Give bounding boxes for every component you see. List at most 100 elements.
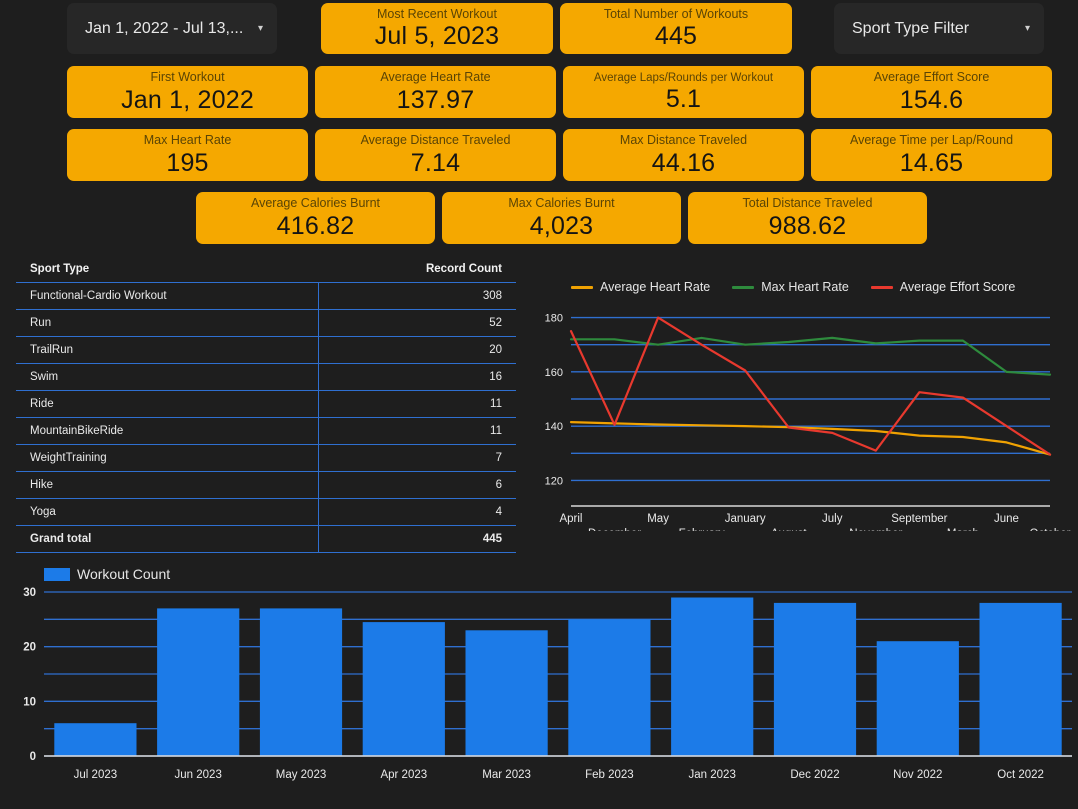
table-row[interactable]: Yoga 4 (16, 498, 516, 526)
bar-chart-legend: Workout Count (44, 566, 170, 582)
table-row[interactable]: Run 52 (16, 309, 516, 337)
svg-text:30: 30 (23, 587, 36, 599)
bar-apr-2023[interactable] (362, 622, 445, 756)
svg-text:Dec 2022: Dec 2022 (790, 769, 839, 781)
svg-text:10: 10 (23, 696, 36, 708)
svg-text:October: October (1030, 528, 1071, 531)
svg-text:160: 160 (545, 367, 563, 379)
table-row[interactable]: Hike 6 (16, 471, 516, 499)
sport-type-table: Sport Type Record Count Functional-Cardi… (16, 263, 516, 553)
bar-jul-2023[interactable] (54, 723, 137, 756)
legend-item-workout-count[interactable]: Workout Count (44, 566, 170, 582)
kpi-label: Max Heart Rate (143, 133, 232, 148)
svg-text:0: 0 (30, 751, 36, 763)
table-row[interactable]: WeightTraining 7 (16, 444, 516, 472)
workout-count-bar-chart: Workout Count 0 10 20 30 Jul 2023 Jun 2023 May… (10, 562, 1078, 809)
legend-item-average-effort-score[interactable]: Average Effort Score (870, 280, 1015, 294)
svg-text:Nov 2022: Nov 2022 (893, 769, 942, 781)
cell-sport-type: Hike (16, 471, 319, 499)
bar-dec-2022[interactable] (773, 602, 857, 756)
kpi-label: Average Time per Lap/Round (849, 133, 1014, 148)
cell-record-count: 4 (317, 498, 516, 526)
kpi-label: Total Distance Traveled (742, 196, 873, 211)
line-chart-legend: Average Heart Rate Max Heart Rate Average … (571, 280, 1015, 294)
bar-jun-2023[interactable] (157, 608, 240, 756)
cell-sport-type: MountainBikeRide (16, 417, 319, 445)
svg-text:September: September (891, 513, 947, 525)
bar-mar-2023[interactable] (465, 630, 548, 756)
svg-text:May 2023: May 2023 (276, 769, 327, 781)
chevron-down-icon: ▾ (1024, 23, 1030, 34)
sport-type-filter[interactable]: Sport Type Filter ▾ (834, 3, 1044, 54)
table-row[interactable]: Functional-Cardio Workout 308 (16, 282, 516, 310)
dashboard-root: Jan 1, 2022 - Jul 13,... ▾ Most Recent W… (0, 0, 1078, 809)
kpi-max-calories-burnt: Max Calories Burnt 4,023 (442, 192, 681, 244)
cell-record-count: 52 (317, 309, 516, 337)
kpi-first-workout: First Workout Jan 1, 2022 (67, 66, 308, 118)
legend-label: Max Heart Rate (761, 280, 849, 294)
cell-record-count: 16 (317, 363, 516, 391)
kpi-value: 5.1 (665, 85, 702, 114)
svg-text:December: December (588, 528, 641, 531)
kpi-value: 988.62 (768, 211, 847, 240)
svg-text:Jan 2023: Jan 2023 (689, 769, 736, 781)
svg-text:May: May (647, 513, 669, 525)
kpi-value: 4,023 (529, 211, 594, 240)
kpi-label: Average Laps/Rounds per Workout (593, 71, 774, 84)
kpi-value: 445 (654, 22, 698, 51)
kpi-most-recent-workout: Most Recent Workout Jul 5, 2023 (321, 3, 553, 54)
cell-record-count: 20 (317, 336, 516, 364)
date-range-filter-label: Jan 1, 2022 - Jul 13,... (85, 19, 244, 37)
cell-sport-type: Run (16, 309, 319, 337)
kpi-value: 7.14 (410, 148, 461, 177)
legend-swatch-icon (571, 285, 593, 289)
cell-record-count: 11 (317, 390, 516, 418)
table-row[interactable]: Swim 16 (16, 363, 516, 391)
cell-sport-type: TrailRun (16, 336, 319, 364)
bar-may-2023[interactable] (259, 608, 343, 756)
kpi-average-heart-rate: Average Heart Rate 137.97 (315, 66, 556, 118)
kpi-label: Average Calories Burnt (250, 196, 380, 211)
kpi-value: 44.16 (651, 148, 716, 177)
kpi-value: 416.82 (276, 211, 355, 240)
legend-item-max-heart-rate[interactable]: Max Heart Rate (732, 280, 849, 294)
column-header-sport-type[interactable]: Sport Type (16, 263, 318, 283)
table-row[interactable]: MountainBikeRide 11 (16, 417, 516, 445)
svg-text:180: 180 (545, 313, 563, 325)
date-range-filter[interactable]: Jan 1, 2022 - Jul 13,... ▾ (67, 3, 277, 54)
svg-text:June: June (994, 513, 1019, 525)
kpi-value: Jan 1, 2022 (121, 85, 254, 114)
svg-text:Jun 2023: Jun 2023 (175, 769, 222, 781)
legend-swatch-icon (732, 285, 755, 289)
legend-swatch-icon (870, 285, 893, 289)
cell-record-count: 11 (317, 417, 516, 445)
cell-sport-type: Swim (16, 363, 319, 391)
kpi-label: First Workout (150, 70, 225, 85)
table-row[interactable]: Ride 11 (16, 390, 516, 418)
svg-text:Feb 2023: Feb 2023 (585, 769, 634, 781)
bar-oct-2022[interactable] (979, 602, 1062, 756)
kpi-max-distance-traveled: Max Distance Traveled 44.16 (563, 129, 804, 181)
cell-record-count: 6 (317, 471, 516, 499)
svg-text:Oct 2022: Oct 2022 (997, 769, 1044, 781)
column-header-record-count[interactable]: Record Count (318, 263, 516, 283)
heart-rate-effort-line-chart: Average Heart Rate Max Heart Rate Average … (523, 276, 1078, 561)
cell-record-count: 308 (317, 282, 516, 310)
svg-text:120: 120 (545, 475, 563, 487)
svg-text:January: January (725, 513, 766, 525)
table-row[interactable]: TrailRun 20 (16, 336, 516, 364)
legend-label: Average Heart Rate (600, 280, 711, 294)
svg-text:February: February (679, 528, 725, 531)
cell-record-count: 445 (317, 525, 516, 553)
kpi-total-distance-traveled: Total Distance Traveled 988.62 (688, 192, 927, 244)
chevron-down-icon: ▾ (257, 23, 263, 34)
table-total-row[interactable]: Grand total 445 (16, 525, 516, 553)
kpi-label: Max Distance Traveled (619, 133, 748, 148)
bar-jan-2023[interactable] (671, 597, 754, 757)
svg-text:April: April (559, 513, 582, 525)
svg-text:140: 140 (545, 421, 563, 433)
kpi-value: 195 (166, 148, 209, 177)
bar-nov-2022[interactable] (876, 641, 959, 756)
bar-feb-2023[interactable] (568, 619, 651, 756)
legend-item-average-heart-rate[interactable]: Average Heart Rate (571, 280, 710, 294)
